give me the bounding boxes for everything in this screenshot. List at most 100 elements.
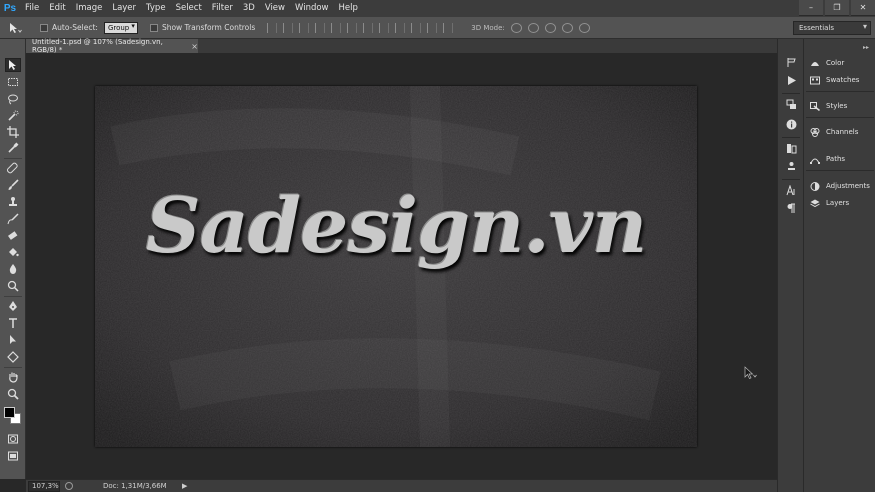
menu-layer[interactable]: Layer (107, 0, 141, 17)
layer-comps-icon[interactable] (785, 99, 797, 110)
panel-paths-label: Paths (826, 155, 846, 163)
type-icon (9, 318, 17, 328)
menu-file[interactable]: File (20, 0, 44, 17)
menu-edit[interactable]: Edit (44, 0, 70, 17)
zoom-tool[interactable] (5, 387, 21, 401)
crop-tool[interactable] (5, 125, 21, 139)
align-bottom-icon[interactable] (299, 22, 310, 33)
minimize-button[interactable]: – (799, 0, 823, 16)
align-hcenter-icon[interactable] (331, 22, 342, 33)
actions-play-icon[interactable] (785, 75, 797, 86)
3d-roll-icon[interactable] (527, 22, 539, 33)
menu-type[interactable]: Type (141, 0, 171, 17)
paint-bucket-tool[interactable] (5, 245, 21, 259)
marquee-icon (8, 78, 18, 86)
quick-selection-tool[interactable] (5, 109, 21, 123)
toolbar-divider (4, 158, 22, 159)
auto-select-dropdown[interactable]: Group (103, 21, 138, 34)
menu-3d[interactable]: 3D (238, 0, 260, 17)
zoom-level-field[interactable]: 107,3% (28, 480, 60, 492)
document-canvas[interactable]: Sadesign.vn (95, 86, 697, 447)
blur-tool[interactable] (5, 262, 21, 276)
status-menu-arrow-icon[interactable]: ▶ (182, 482, 187, 490)
screen-mode-tool[interactable] (5, 449, 21, 463)
align-left-icon[interactable] (315, 22, 326, 33)
pen-icon (9, 301, 17, 311)
eraser-tool[interactable] (5, 229, 21, 243)
3d-rotate-icon[interactable] (510, 22, 522, 33)
panel-divider (806, 170, 874, 171)
clone-source-icon[interactable] (785, 161, 797, 172)
align-right-icon[interactable] (347, 22, 358, 33)
3d-slide-icon[interactable] (561, 22, 573, 33)
proof-setup-icon[interactable] (65, 482, 73, 490)
auto-select-checkbox[interactable] (40, 23, 48, 32)
distribute-vcenter-icon[interactable] (379, 22, 390, 33)
workspace-switcher[interactable]: Essentials (793, 21, 871, 35)
marquee-tool[interactable] (5, 75, 21, 89)
distribute-left-icon[interactable] (411, 22, 422, 33)
toolbar-divider (4, 367, 22, 368)
shape-tool[interactable] (5, 350, 21, 364)
panel-styles[interactable]: Styles (810, 98, 874, 114)
color-icon (810, 59, 820, 68)
foreground-color-swatch[interactable] (4, 407, 15, 418)
healing-brush-tool[interactable] (5, 161, 21, 175)
paragraph-icon[interactable] (785, 203, 797, 214)
quick-mask-tool[interactable] (5, 432, 21, 446)
info-icon[interactable] (785, 119, 797, 130)
menu-select[interactable]: Select (171, 0, 207, 17)
photoshop-logo: Ps (3, 3, 17, 14)
path-selection-icon (10, 335, 16, 344)
move-tool[interactable] (5, 58, 21, 72)
path-selection-tool[interactable] (5, 333, 21, 347)
distribute-right-icon[interactable] (443, 22, 454, 33)
styles-icon (810, 101, 820, 111)
type-tool[interactable] (5, 316, 21, 330)
hand-tool[interactable] (5, 370, 21, 384)
panel-color[interactable]: Color (810, 55, 874, 71)
brush-tool[interactable] (5, 178, 21, 192)
eraser-icon (8, 231, 18, 240)
3d-scale-icon[interactable] (578, 22, 590, 33)
panel-paths[interactable]: Paths (810, 151, 874, 167)
collapse-panels-icon[interactable]: ▸▸ (863, 44, 869, 51)
panel-swatches[interactable]: Swatches (810, 72, 874, 88)
auto-select-label: Auto-Select: (52, 23, 98, 32)
eyedropper-tool[interactable] (5, 141, 21, 155)
character-icon[interactable] (785, 185, 797, 196)
strip-divider (782, 137, 800, 138)
close-button[interactable]: ✕ (851, 0, 875, 16)
document-size-info: Doc: 1,31M/3,66M (103, 482, 167, 490)
tool-preset-picker[interactable] (8, 22, 22, 34)
menu-view[interactable]: View (260, 0, 290, 17)
lasso-tool[interactable] (5, 92, 21, 106)
eyedropper-icon (8, 142, 19, 153)
panel-layers[interactable]: Layers (810, 195, 874, 211)
align-vcenter-icon[interactable] (283, 22, 294, 33)
menu-image[interactable]: Image (71, 0, 108, 17)
pen-tool[interactable] (5, 299, 21, 313)
screen-mode-icon (8, 451, 18, 461)
panel-adjustments[interactable]: Adjustments (810, 178, 874, 194)
3d-pan-icon[interactable] (544, 22, 556, 33)
panel-channels[interactable]: Channels (810, 124, 874, 140)
restore-button[interactable]: ❐ (825, 0, 849, 16)
distribute-bottom-icon[interactable] (395, 22, 406, 33)
document-tab[interactable]: Untitled-1.psd @ 107% (Sadesign.vn, RGB/… (26, 38, 198, 54)
menu-window[interactable]: Window (290, 0, 334, 17)
show-transform-checkbox[interactable] (149, 23, 158, 32)
menu-help[interactable]: Help (334, 0, 363, 17)
history-brush-tool[interactable] (5, 212, 21, 226)
distribute-hcenter-icon[interactable] (427, 22, 438, 33)
clone-stamp-tool[interactable] (5, 195, 21, 209)
menu-filter[interactable]: Filter (207, 0, 238, 17)
panel-styles-label: Styles (826, 102, 848, 110)
close-tab-icon[interactable]: × (191, 42, 198, 51)
brush-presets-icon[interactable] (785, 143, 797, 154)
align-top-icon[interactable] (267, 22, 278, 33)
history-icon[interactable] (785, 57, 797, 68)
dodge-tool[interactable] (5, 279, 21, 293)
distribute-top-icon[interactable] (363, 22, 374, 33)
panel-color-label: Color (826, 59, 845, 67)
